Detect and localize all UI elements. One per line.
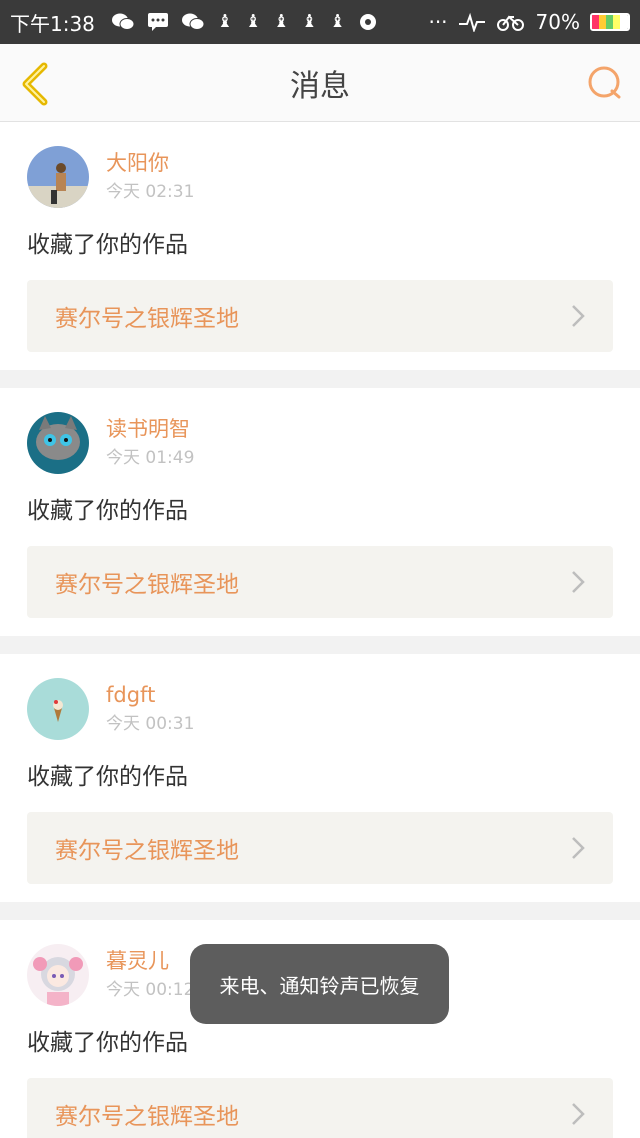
nav-bar: 消息 (0, 44, 640, 122)
timestamp: 今天 01:49 (106, 448, 195, 468)
action-text: 收藏了你的作品 (27, 764, 188, 790)
wechat-icon (111, 13, 135, 30)
search-icon[interactable] (586, 64, 624, 102)
work-link[interactable]: 赛尔号之银辉圣地 (27, 280, 613, 352)
action-text: 收藏了你的作品 (27, 232, 188, 258)
work-link[interactable]: 赛尔号之银辉圣地 (27, 1078, 613, 1138)
bike-icon (496, 15, 524, 31)
battery-percent: 70% (535, 10, 580, 34)
timestamp: 今天 02:31 (106, 182, 195, 202)
avatar[interactable] (27, 412, 89, 474)
status-bar: 下午1:38 ♝ ♝ ♝ ♝ ♝ ··· 70% (0, 0, 640, 44)
work-link[interactable]: 赛尔号之银辉圣地 (27, 546, 613, 618)
avatar[interactable] (27, 678, 89, 740)
app-icon: ♝ (329, 11, 346, 32)
app-icon: ♝ (245, 11, 262, 32)
work-title: 赛尔号之银辉圣地 (55, 572, 239, 598)
action-text: 收藏了你的作品 (27, 498, 188, 524)
user-name[interactable]: 大阳你 (106, 149, 194, 177)
work-link[interactable]: 赛尔号之银辉圣地 (27, 812, 613, 884)
app-icon: ♝ (273, 11, 290, 32)
status-time: 下午1:38 (10, 11, 95, 36)
back-icon[interactable] (18, 62, 52, 106)
work-title: 赛尔号之银辉圣地 (55, 838, 239, 864)
chevron-right-icon (572, 837, 585, 859)
user-name[interactable]: 暮灵儿 (106, 947, 194, 975)
work-title: 赛尔号之银辉圣地 (55, 1104, 239, 1130)
avatar[interactable] (27, 944, 89, 1006)
message-icon (147, 13, 168, 31)
status-dots: ··· (428, 10, 448, 34)
notification-card: 读书明智 今天 01:49 收藏了你的作品 赛尔号之银辉圣地 (0, 388, 640, 636)
action-text: 收藏了你的作品 (27, 1030, 188, 1056)
notification-card: 大阳你 今天 02:31 收藏了你的作品 赛尔号之银辉圣地 (0, 122, 640, 370)
chat-bubble-icon (359, 14, 376, 30)
app-icon: ♝ (301, 11, 318, 32)
page-title: 消息 (290, 68, 350, 104)
avatar[interactable] (27, 146, 89, 208)
chevron-right-icon (572, 305, 585, 327)
toast-message: 来电、通知铃声已恢复 (190, 944, 449, 1024)
user-name[interactable]: fdgft (106, 681, 194, 709)
work-title: 赛尔号之银辉圣地 (55, 306, 239, 332)
timestamp: 今天 00:12 (106, 980, 195, 1000)
app-icon: ♝ (216, 11, 234, 32)
user-name[interactable]: 读书明智 (106, 415, 194, 443)
timestamp: 今天 00:31 (106, 714, 195, 734)
chevron-right-icon (572, 1103, 585, 1125)
wechat-icon (181, 13, 205, 30)
notification-card: fdgft 今天 00:31 收藏了你的作品 赛尔号之银辉圣地 (0, 654, 640, 902)
battery-icon (590, 13, 630, 31)
chevron-right-icon (572, 571, 585, 593)
signal-icon (458, 12, 485, 32)
